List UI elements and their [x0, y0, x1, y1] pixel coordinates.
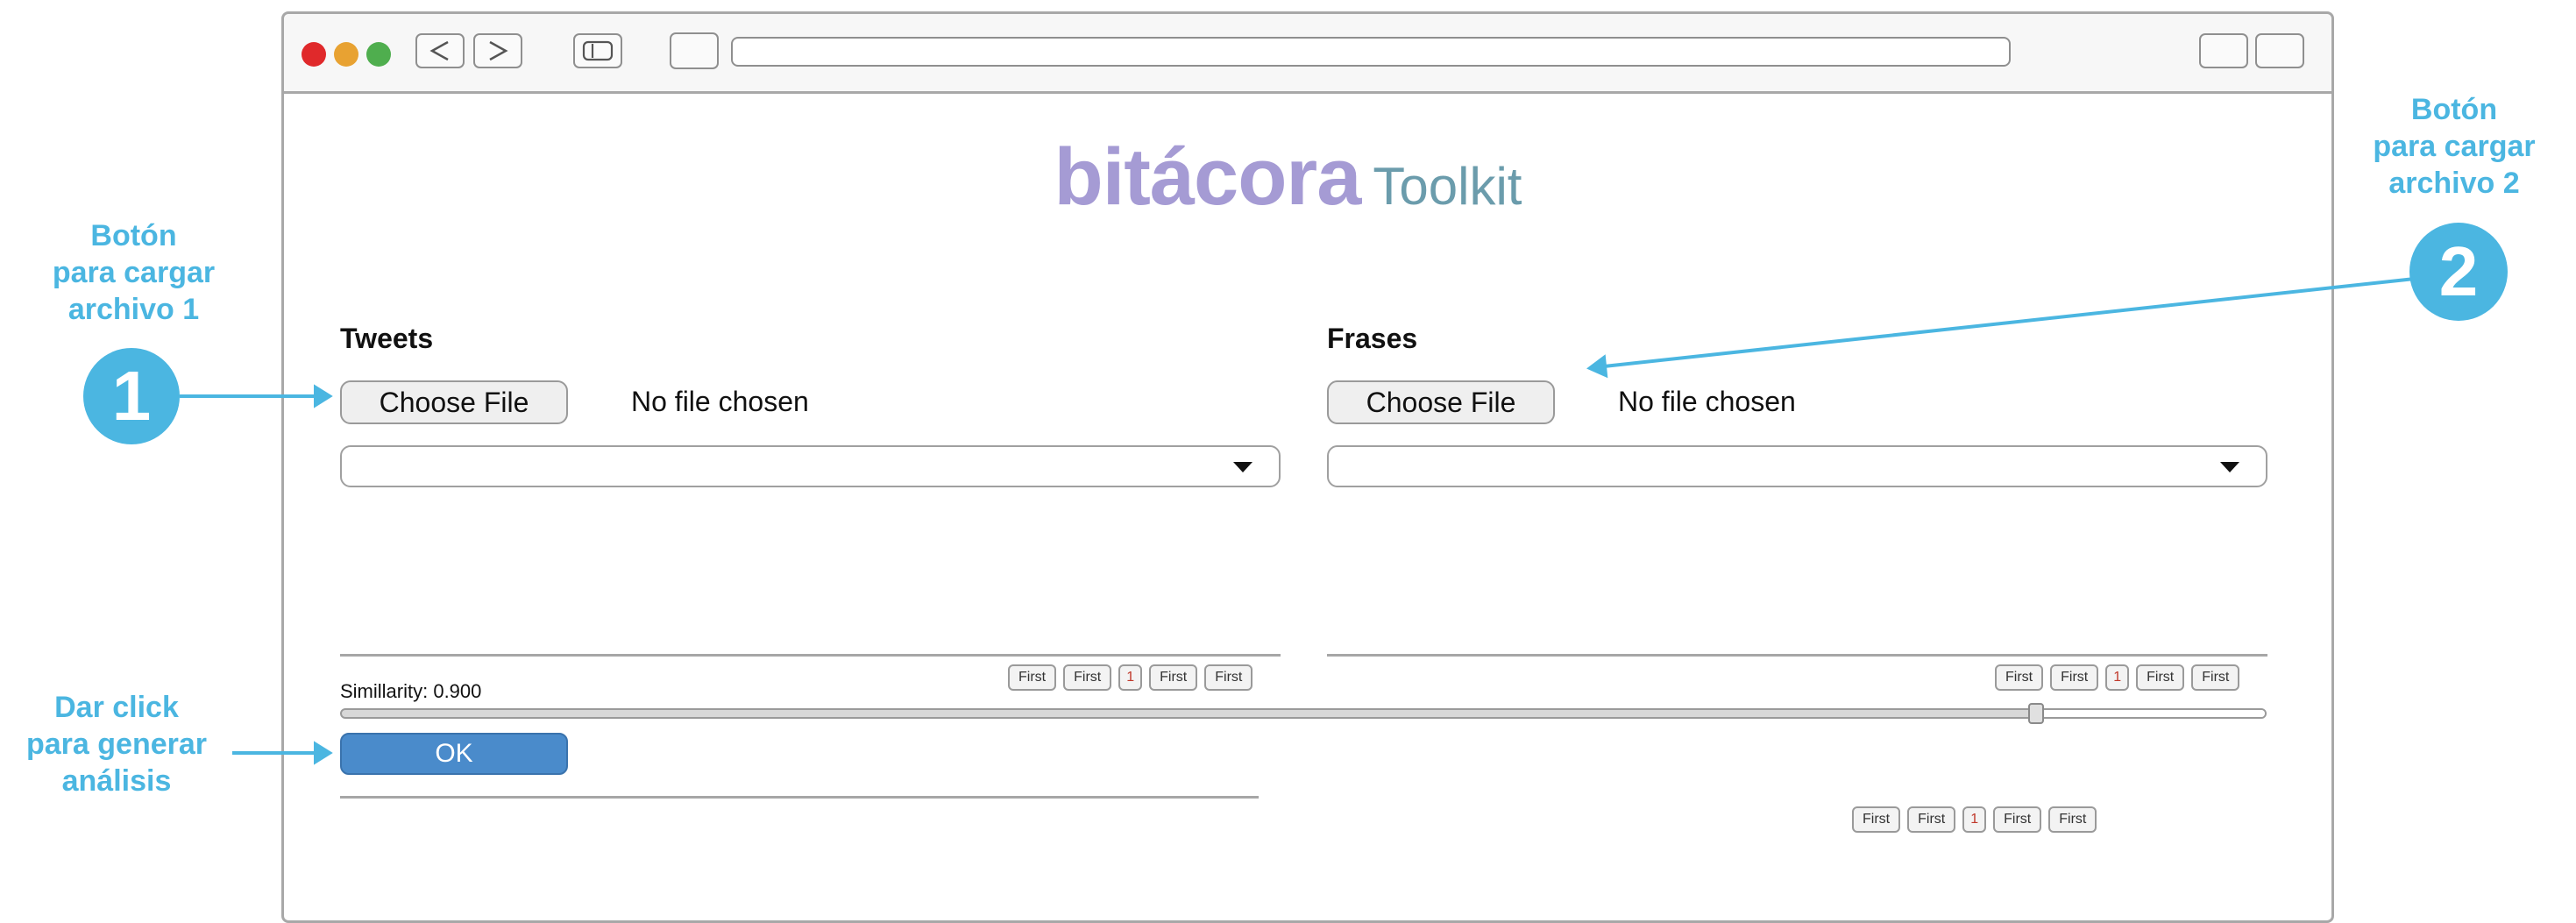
annotation-1-badge: 1: [83, 348, 180, 444]
annotation-3-text: Dar click para generar análisis: [26, 691, 207, 798]
annotation-2-text: Botón para cargar archivo 2: [2373, 93, 2536, 200]
arrowhead-3: [314, 741, 333, 765]
arrowhead-1: [314, 384, 333, 408]
arrow-2: [1603, 277, 2416, 368]
annotation-arrows: [180, 277, 2416, 765]
annotation-1-text: Botón para cargar archivo 1: [52, 219, 216, 326]
annotation-2-badge: 2: [2409, 223, 2508, 321]
arrowhead-2: [1586, 354, 1608, 379]
